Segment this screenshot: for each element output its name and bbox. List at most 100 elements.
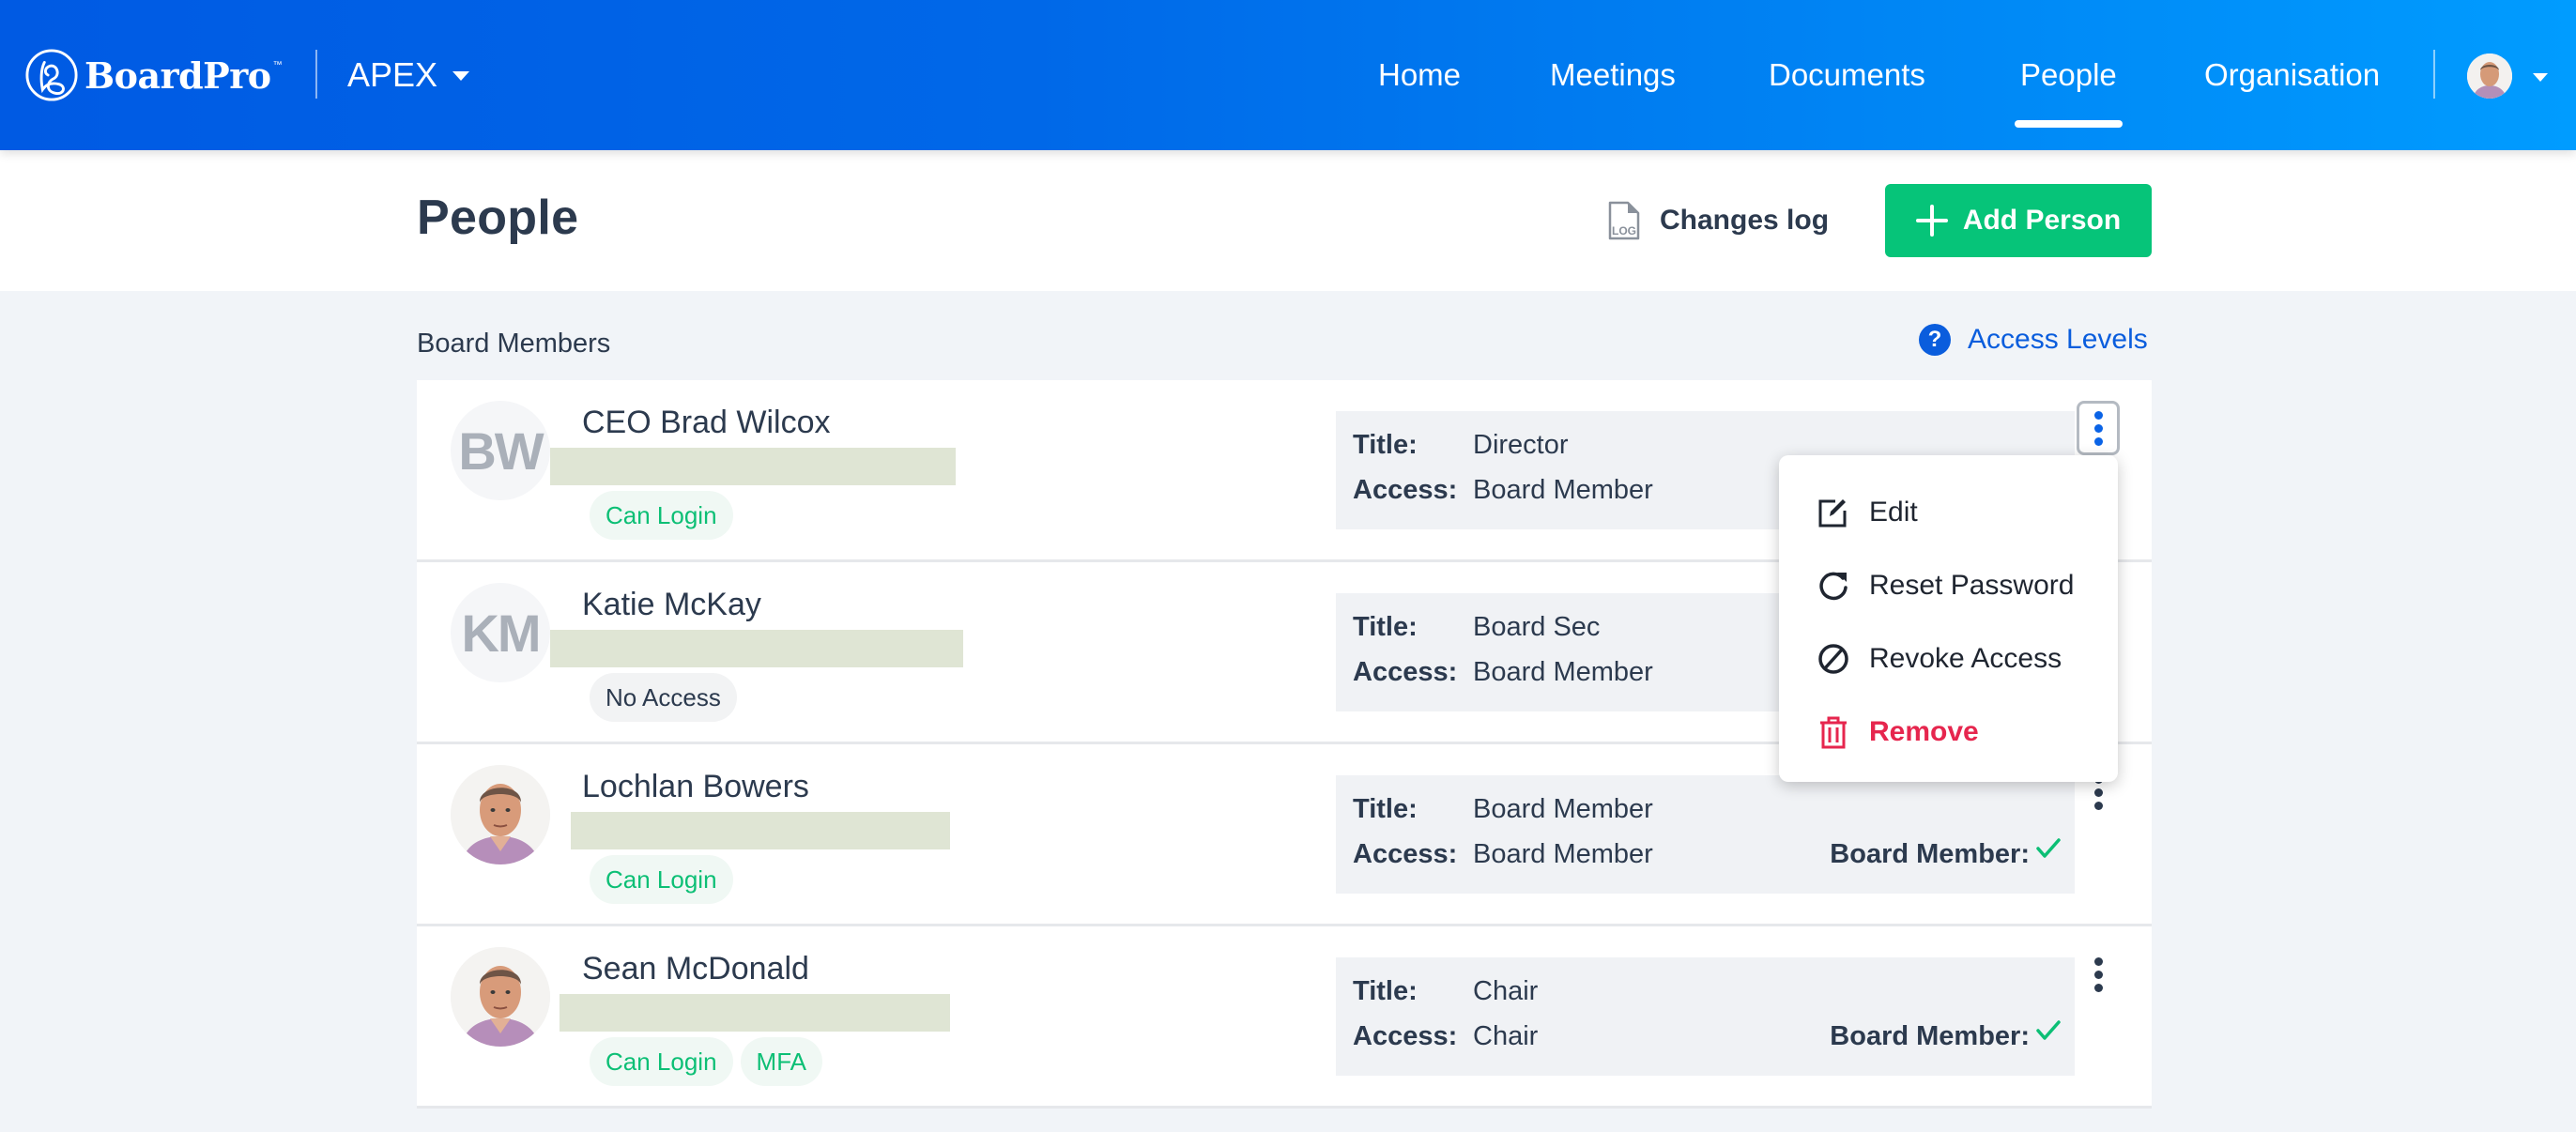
mfa-badge: MFA	[740, 1037, 822, 1086]
nav-people[interactable]: People	[2015, 49, 2123, 128]
organisation-switcher[interactable]: APEX	[347, 49, 470, 101]
member-name[interactable]: Sean McDonald	[582, 951, 809, 987]
title-line: Title: Board Member	[1353, 794, 1653, 825]
nav-home[interactable]: Home	[1378, 49, 1461, 101]
member-row: Sean McDonald Can Login MFA Title: Chair …	[417, 926, 2152, 1109]
badge-group: Can Login	[590, 491, 741, 540]
title-line: Title: Board Sec	[1353, 612, 1600, 643]
member-info-panel: Title: Chair Access: Chair Board Member:	[1336, 957, 2075, 1076]
status-badge: Can Login	[590, 1037, 733, 1086]
top-navigation-bar: BoardPro ™ APEX Home Meetings Documents …	[0, 0, 2576, 150]
changes-log-label: Changes log	[1660, 205, 1830, 236]
avatar	[451, 765, 550, 864]
menu-item-revoke-access[interactable]: Revoke Access	[1779, 622, 2118, 696]
board-member-label: Board Member:	[1830, 839, 2030, 869]
kebab-dot	[2093, 423, 2103, 433]
trademark: ™	[272, 60, 283, 70]
kebab-dot	[2093, 436, 2103, 446]
title-label: Title:	[1353, 976, 1418, 1006]
board-member-flag: Board Member:	[1830, 1020, 2061, 1052]
kebab-dot	[2093, 983, 2103, 992]
person-photo	[451, 765, 550, 864]
menu-item-remove[interactable]: Remove	[1779, 696, 2118, 769]
status-badge: Can Login	[590, 855, 733, 904]
organisation-name: APEX	[347, 55, 438, 94]
add-person-button[interactable]: Add Person	[1885, 184, 2152, 257]
avatar-initials: BW	[458, 421, 544, 481]
menu-item-reset-password[interactable]: Reset Password	[1779, 549, 2118, 622]
access-levels-label: Access Levels	[1968, 324, 2148, 355]
block-icon	[1818, 644, 1848, 674]
title-value: Director	[1473, 430, 1569, 460]
board-member-label: Board Member:	[1830, 1021, 2030, 1051]
access-label: Access:	[1353, 475, 1458, 505]
caret-down-icon	[452, 71, 470, 81]
redacted-email	[550, 630, 963, 667]
checkmark-icon	[2036, 838, 2061, 858]
badge-group: No Access	[590, 673, 744, 722]
add-person-label: Add Person	[1962, 205, 2122, 236]
redacted-email	[550, 448, 956, 485]
access-line: Access: Board Member	[1353, 657, 1653, 688]
title-value: Board Member	[1473, 794, 1653, 824]
menu-item-label: Reset Password	[1869, 570, 2075, 601]
badge-group: Can Login MFA	[590, 1037, 830, 1086]
member-name[interactable]: Katie McKay	[582, 587, 761, 623]
access-value: Chair	[1473, 1021, 1539, 1051]
kebab-dot	[2093, 788, 2103, 797]
nav-meetings[interactable]: Meetings	[1550, 49, 1676, 101]
status-badge: No Access	[590, 673, 737, 722]
menu-item-edit[interactable]: Edit	[1779, 476, 2118, 549]
access-line: Access: Board Member	[1353, 475, 1653, 506]
kebab-dot	[2093, 970, 2103, 979]
nav-organisation[interactable]: Organisation	[2204, 49, 2380, 101]
title-value: Chair	[1473, 976, 1539, 1006]
member-name[interactable]: Lochlan Bowers	[582, 769, 809, 805]
avatar: BW	[451, 401, 550, 500]
user-menu[interactable]	[2467, 53, 2548, 99]
member-name[interactable]: CEO Brad Wilcox	[582, 405, 831, 441]
page-header: People LOG Changes log Add Person	[0, 150, 2576, 291]
help-icon: ?	[1919, 324, 1951, 356]
person-photo-icon	[2467, 54, 2512, 99]
header-divider	[2433, 50, 2435, 99]
avatar	[451, 947, 550, 1047]
status-badge: Can Login	[590, 491, 733, 540]
boardpro-logo[interactable]: BoardPro ™	[24, 47, 283, 103]
header-divider	[315, 50, 317, 99]
title-label: Title:	[1353, 430, 1418, 460]
section-title: Board Members	[417, 329, 611, 359]
nav-documents[interactable]: Documents	[1769, 49, 1925, 101]
member-info-panel: Title: Board Member Access: Board Member B…	[1336, 775, 2075, 894]
row-actions-button[interactable]	[2077, 947, 2120, 1002]
title-label: Title:	[1353, 612, 1418, 642]
avatar: KM	[451, 583, 550, 682]
caret-down-icon	[2533, 72, 2548, 82]
title-line: Title: Chair	[1353, 976, 1538, 1007]
brand-name: BoardPro	[84, 54, 271, 97]
kebab-dot	[2093, 801, 2103, 810]
checkmark-icon	[2036, 1020, 2061, 1040]
page-title: People	[417, 191, 579, 245]
changes-log-button[interactable]: LOG Changes log	[1607, 197, 1829, 244]
row-actions-menu: Edit Reset Password Revoke Access Remove	[1779, 455, 2118, 782]
svg-text:LOG: LOG	[1612, 224, 1636, 237]
title-label: Title:	[1353, 794, 1418, 824]
trash-icon	[1820, 716, 1847, 749]
row-actions-button[interactable]	[2077, 401, 2120, 455]
access-levels-link[interactable]: ? Access Levels	[1919, 323, 2148, 357]
access-value: Board Member	[1473, 839, 1653, 869]
menu-item-label: Remove	[1869, 716, 1979, 747]
avatar-initials: KM	[461, 603, 541, 663]
log-file-icon: LOG	[1608, 201, 1640, 240]
menu-item-label: Revoke Access	[1869, 643, 2062, 674]
access-line: Access: Chair	[1353, 1021, 1538, 1052]
menu-item-label: Edit	[1869, 497, 1918, 528]
kebab-dot	[2093, 956, 2103, 966]
plus-icon	[1915, 205, 1948, 237]
refresh-icon	[1819, 572, 1848, 601]
access-value: Board Member	[1473, 657, 1653, 687]
access-label: Access:	[1353, 657, 1458, 687]
access-label: Access:	[1353, 1021, 1458, 1051]
access-label: Access:	[1353, 839, 1458, 869]
